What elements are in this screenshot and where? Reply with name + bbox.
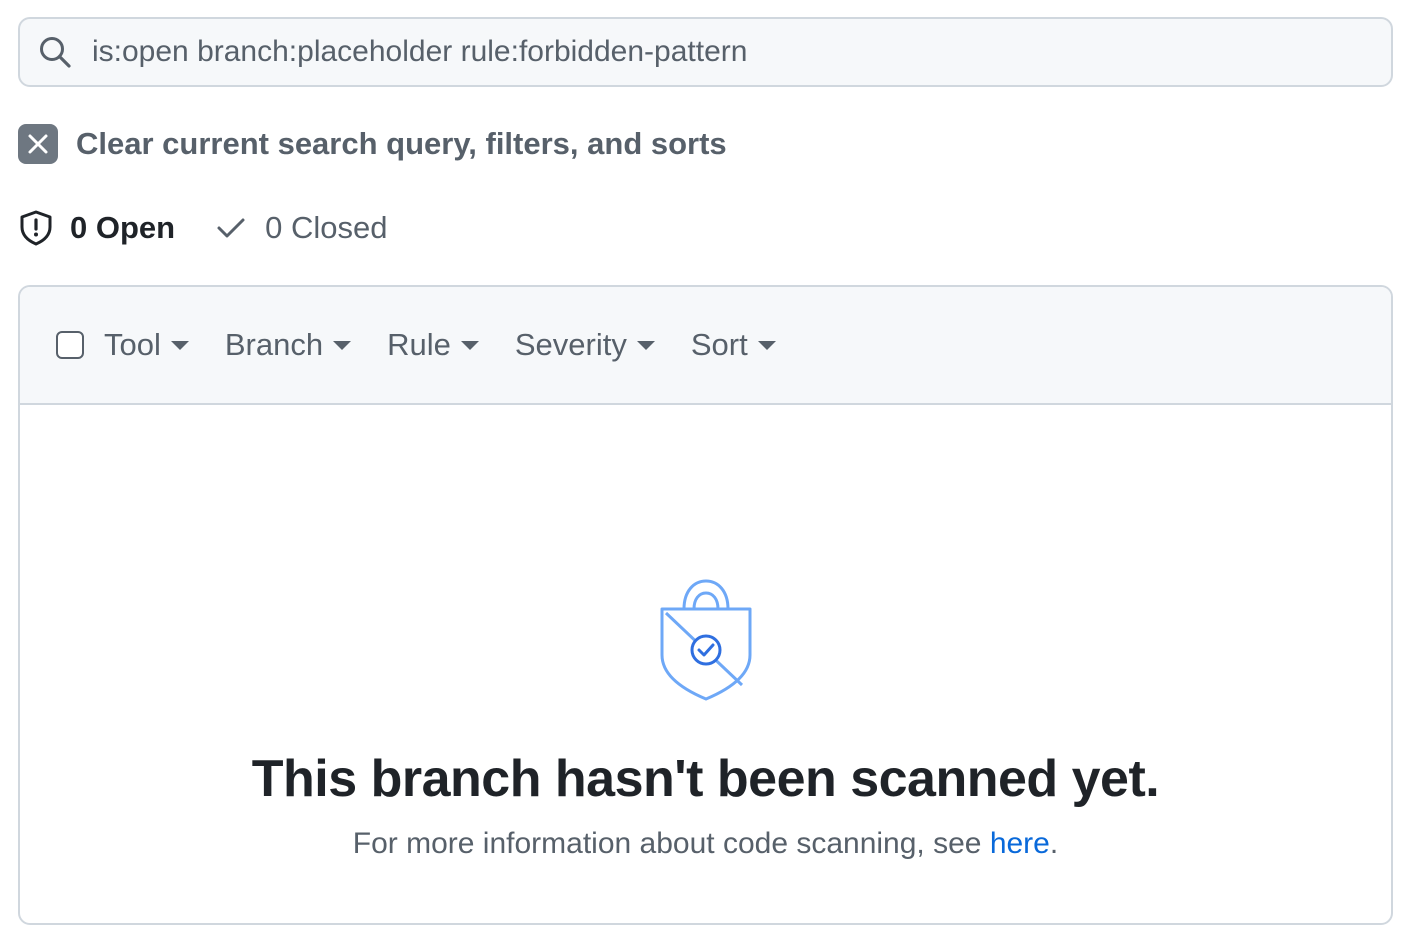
select-all-checkbox[interactable]: [56, 331, 84, 359]
filter-rule-label: Rule: [387, 327, 451, 362]
clear-filters-button[interactable]: Clear current search query, filters, and…: [18, 124, 727, 164]
clear-filters-label: Clear current search query, filters, and…: [76, 126, 727, 161]
filter-tool[interactable]: Tool: [104, 327, 189, 363]
filter-severity[interactable]: Severity: [515, 327, 655, 363]
caret-down-icon: [170, 340, 189, 350]
search-input[interactable]: [92, 22, 1391, 82]
filter-severity-label: Severity: [514, 327, 627, 362]
empty-state-description-text: For more information about code scanning…: [352, 827, 990, 860]
open-count: 0 Open: [70, 210, 176, 245]
state-toggle: 0 Open 0 Closed: [18, 206, 387, 250]
shield-lock-check-icon: [660, 579, 751, 701]
empty-state-description: For more information about code scanning…: [353, 827, 1058, 861]
caret-down-icon: [636, 340, 655, 350]
close-icon: [18, 124, 58, 164]
shield-alert-icon: [18, 210, 54, 246]
empty-state-description-end: .: [1049, 827, 1059, 860]
alerts-panel: Tool Branch Rule Severity Sort This bran…: [18, 285, 1393, 925]
closed-alerts-tab[interactable]: 0 Closed: [213, 210, 387, 246]
filter-rule[interactable]: Rule: [387, 327, 479, 363]
caret-down-icon: [333, 340, 352, 350]
filter-toolbar: Tool Branch Rule Severity Sort: [20, 287, 1391, 405]
filter-tool-label: Tool: [104, 327, 161, 362]
open-alerts-tab[interactable]: 0 Open: [18, 210, 175, 246]
empty-state: This branch hasn't been scanned yet. For…: [20, 577, 1391, 861]
filter-branch-label: Branch: [224, 327, 324, 362]
empty-state-title: This branch hasn't been scanned yet.: [251, 750, 1160, 808]
filter-sort[interactable]: Sort: [691, 327, 776, 363]
caret-down-icon: [460, 340, 479, 350]
filter-sort-label: Sort: [690, 327, 748, 362]
filter-branch[interactable]: Branch: [224, 327, 352, 363]
learn-more-link[interactable]: here: [990, 827, 1050, 860]
search-bar[interactable]: [18, 17, 1393, 87]
caret-down-icon: [757, 340, 776, 350]
check-icon: [213, 210, 249, 246]
closed-count: 0 Closed: [265, 210, 388, 245]
search-icon: [38, 35, 72, 69]
